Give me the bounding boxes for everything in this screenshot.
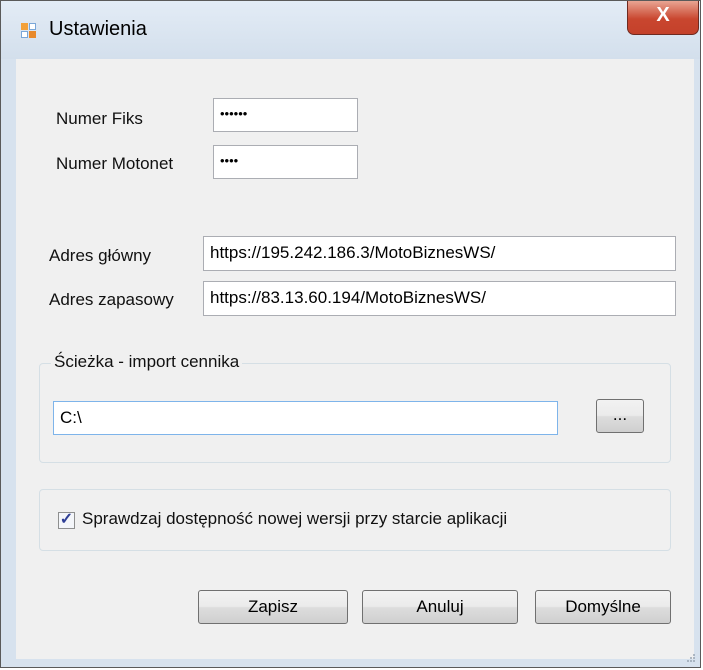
dialog-client-area: Numer Fiks •••••• Numer Motonet •••• Adr… bbox=[16, 59, 694, 659]
defaults-button[interactable]: Domyślne bbox=[535, 590, 671, 624]
import-path-field[interactable]: C:\ bbox=[53, 401, 558, 435]
resize-grip-icon[interactable] bbox=[686, 653, 696, 663]
app-icon bbox=[21, 23, 37, 39]
save-button[interactable]: Zapisz bbox=[198, 590, 348, 624]
update-check-checkbox[interactable]: ✓ bbox=[58, 511, 75, 529]
close-icon: X bbox=[656, 4, 670, 26]
adres-glowny-label: Adres główny bbox=[49, 246, 152, 265]
import-path-group-title: Ścieżka - import cennika bbox=[51, 352, 243, 372]
browse-button[interactable]: ... bbox=[596, 399, 644, 433]
numer-fiks-label: Numer Fiks bbox=[56, 109, 143, 128]
update-check-label[interactable]: Sprawdzaj dostępność nowej wersji przy s… bbox=[82, 509, 507, 529]
numer-motonet-label: Numer Motonet bbox=[56, 154, 174, 173]
numer-fiks-field[interactable]: •••••• bbox=[213, 98, 358, 132]
check-icon: ✓ bbox=[59, 511, 74, 528]
adres-zapasowy-label: Adres zapasowy bbox=[49, 290, 174, 309]
window-title: Ustawienia bbox=[49, 18, 147, 40]
adres-glowny-field[interactable]: https://195.242.186.3/MotoBiznesWS/ bbox=[203, 236, 676, 271]
settings-window: Ustawienia X Numer Fiks •••••• Numer Mot… bbox=[0, 0, 701, 668]
numer-motonet-field[interactable]: •••• bbox=[213, 145, 358, 179]
close-button[interactable]: X bbox=[627, 1, 699, 35]
adres-zapasowy-field[interactable]: https://83.13.60.194/MotoBiznesWS/ bbox=[203, 281, 676, 316]
cancel-button[interactable]: Anuluj bbox=[362, 590, 518, 624]
title-bar[interactable]: Ustawienia X bbox=[1, 1, 700, 59]
